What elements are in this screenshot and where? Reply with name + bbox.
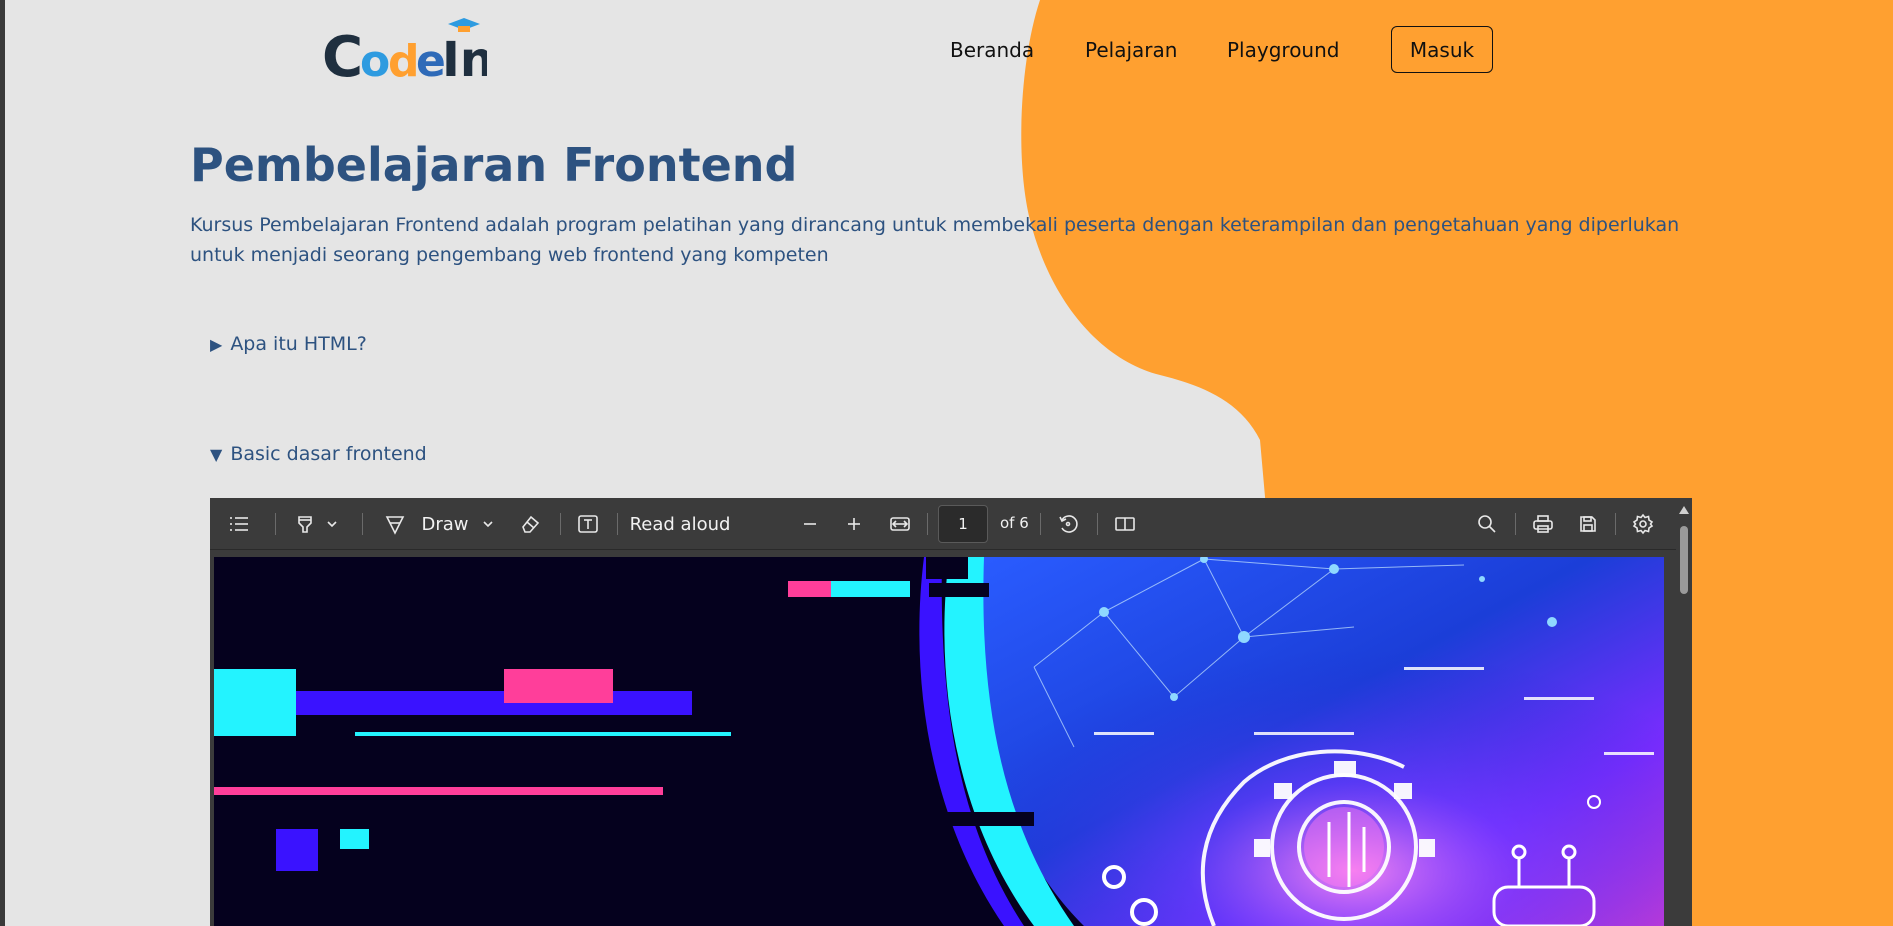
read-aloud-button[interactable]: Read aloud — [630, 498, 731, 550]
rotate-icon[interactable] — [1053, 498, 1083, 550]
contents-list-icon[interactable] — [224, 498, 254, 550]
settings-gear-icon[interactable] — [1628, 498, 1658, 550]
accordion-apa-itu-html[interactable]: ▶ Apa itu HTML? — [210, 333, 367, 355]
scroll-up-arrow-icon[interactable] — [1679, 506, 1689, 514]
main-nav: Beranda Pelajaran Playground Masuk — [0, 26, 1893, 74]
accordion-label: Apa itu HTML? — [230, 333, 367, 355]
nav-link-pelajaran[interactable]: Pelajaran — [1085, 38, 1177, 62]
scroll-thumb[interactable] — [1680, 526, 1688, 594]
toolbar-divider — [617, 513, 618, 535]
zoom-out-icon[interactable] — [795, 498, 825, 550]
toolbar-divider — [1615, 513, 1616, 535]
toolbar-divider — [927, 513, 928, 535]
collapse-triangle-icon: ▼ — [210, 444, 223, 464]
window-edge — [0, 0, 5, 926]
pdf-toolbar: Draw Read aloud of 6 — [210, 498, 1692, 550]
search-icon[interactable] — [1472, 498, 1502, 550]
pdf-page-image — [214, 557, 1664, 926]
page-title: Pembelajaran Frontend — [190, 138, 798, 192]
draw-icon[interactable] — [380, 498, 410, 550]
page-view-icon[interactable] — [1110, 498, 1140, 550]
pdf-scrollbar[interactable] — [1676, 498, 1692, 926]
nav-link-playground[interactable]: Playground — [1227, 38, 1339, 62]
zoom-in-icon[interactable] — [839, 498, 869, 550]
login-button[interactable]: Masuk — [1391, 26, 1493, 73]
chevron-down-icon[interactable] — [478, 498, 498, 550]
toolbar-divider — [1515, 513, 1516, 535]
draw-button[interactable]: Draw — [420, 498, 470, 550]
eraser-icon[interactable] — [515, 498, 545, 550]
toolbar-divider — [1040, 513, 1041, 535]
accordion-basic-dasar-frontend[interactable]: ▼ Basic dasar frontend — [210, 443, 427, 465]
save-icon[interactable] — [1573, 498, 1603, 550]
toolbar-divider — [560, 513, 561, 535]
pdf-viewer: Draw Read aloud of 6 — [210, 498, 1692, 926]
page-description: Kursus Pembelajaran Frontend adalah prog… — [190, 214, 1680, 266]
toolbar-divider — [275, 513, 276, 535]
fit-to-width-icon[interactable] — [885, 498, 915, 550]
toolbar-divider — [1097, 513, 1098, 535]
toolbar-divider — [362, 513, 363, 535]
page-total: of 6 — [1000, 514, 1029, 532]
expand-triangle-icon: ▶ — [210, 334, 223, 354]
accordion-label: Basic dasar frontend — [230, 443, 427, 465]
page-number-input[interactable] — [938, 505, 988, 543]
print-icon[interactable] — [1528, 498, 1558, 550]
nav-link-beranda[interactable]: Beranda — [950, 38, 1034, 62]
text-box-icon[interactable] — [573, 498, 603, 550]
highlight-icon[interactable] — [290, 498, 320, 550]
chevron-down-icon[interactable] — [322, 498, 342, 550]
